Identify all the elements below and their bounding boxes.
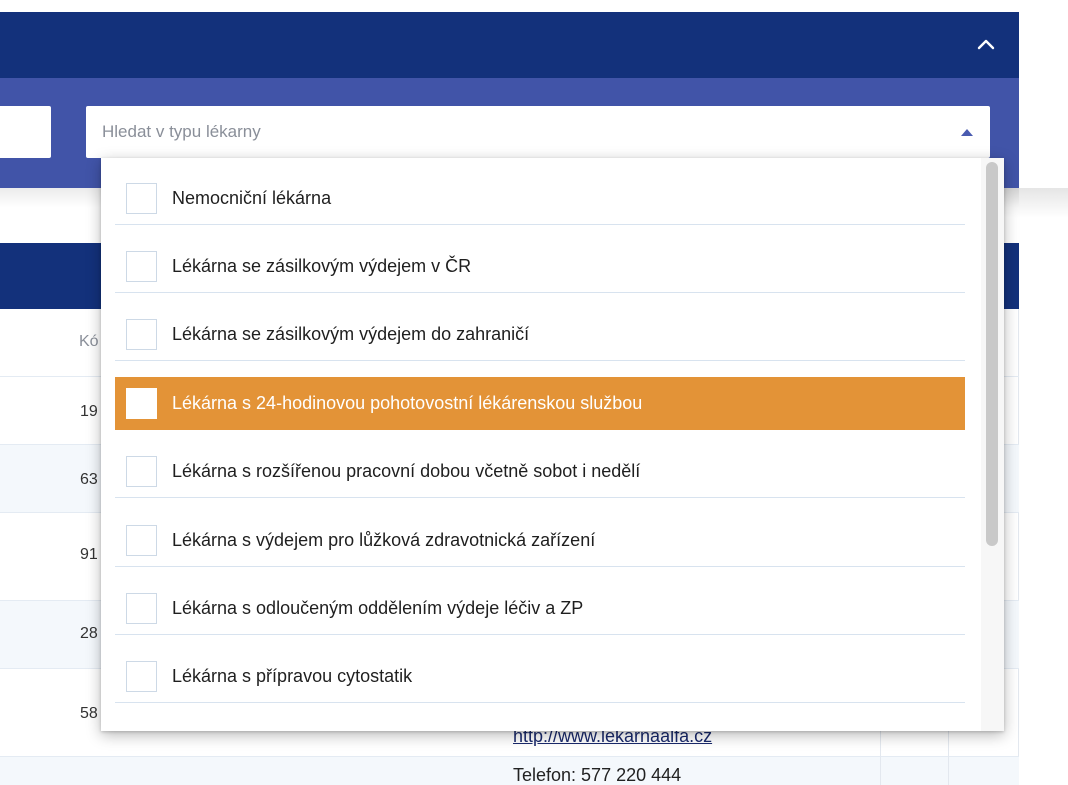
dropdown-option-highlighted[interactable]: Lékárna s 24-hodinovou pohotovostní léká…	[115, 377, 965, 430]
table-column-header: Kó	[79, 333, 99, 350]
checkbox[interactable]	[126, 660, 157, 692]
checkbox[interactable]	[126, 318, 157, 350]
dropdown-option[interactable]: Lékárna s přípravou cytostatik	[115, 650, 965, 703]
checkbox[interactable]	[126, 524, 157, 556]
table-row[interactable]	[0, 756, 1019, 785]
table-cell: 58	[80, 705, 98, 722]
checkbox[interactable]	[126, 182, 157, 214]
filter-header-bar	[0, 12, 1019, 78]
dropdown-option[interactable]: Lékárna se zásilkovým výdejem do zahrani…	[115, 308, 965, 361]
dropdown-option[interactable]: Lékárna s výdejem pro lůžková zdravotnic…	[115, 514, 965, 567]
checkbox[interactable]	[126, 592, 157, 624]
option-label: Lékárna s rozšířenou pracovní dobou včet…	[172, 460, 641, 481]
table-cell: 91	[80, 546, 98, 563]
dropdown-option[interactable]: Lékárna se zásilkovým výdejem v ČR	[115, 240, 965, 293]
checkbox[interactable]	[126, 455, 157, 487]
pharmacy-type-search[interactable]	[86, 106, 990, 158]
option-label: Nemocniční lékárna	[172, 187, 332, 208]
option-label: Lékárna se zásilkovým výdejem v ČR	[172, 255, 472, 276]
search-input-partial[interactable]	[0, 106, 51, 158]
option-label: Lékárna s odloučeným oddělením výdeje lé…	[172, 597, 584, 618]
table-cell: 63	[80, 471, 98, 488]
dropdown-option[interactable]: Nemocniční lékárna	[115, 172, 965, 225]
dropdown-option[interactable]: Lékárna s rozšířenou pracovní dobou včet…	[115, 445, 965, 498]
option-label: Lékárna s 24-hodinovou pohotovostní léká…	[172, 392, 643, 413]
pharmacy-phone: Telefon: 577 220 444	[513, 765, 682, 785]
panel-shadow	[1000, 188, 1068, 218]
option-label: Lékárna se zásilkovým výdejem do zahrani…	[172, 323, 530, 344]
page: Kó 19 63 91 28 58 http://www.lekarnaalfa…	[0, 0, 1068, 785]
option-label: Lékárna s výdejem pro lůžková zdravotnic…	[172, 529, 596, 550]
caret-up-icon[interactable]	[959, 126, 975, 138]
dropdown-scrollbar-thumb[interactable]	[986, 162, 998, 546]
chevron-up-icon[interactable]	[970, 28, 1002, 60]
option-label: Lékárna s přípravou cytostatik	[172, 665, 413, 686]
checkbox[interactable]	[126, 250, 157, 282]
table-cell: 19	[80, 403, 98, 420]
table-cell: 28	[80, 625, 98, 642]
pharmacy-type-search-input[interactable]	[102, 106, 942, 158]
dropdown-option[interactable]: Lékárna s odloučeným oddělením výdeje lé…	[115, 582, 965, 635]
pharmacy-type-dropdown: Nemocniční lékárna Lékárna se zásilkovým…	[101, 158, 1004, 731]
checkbox[interactable]	[126, 387, 157, 419]
